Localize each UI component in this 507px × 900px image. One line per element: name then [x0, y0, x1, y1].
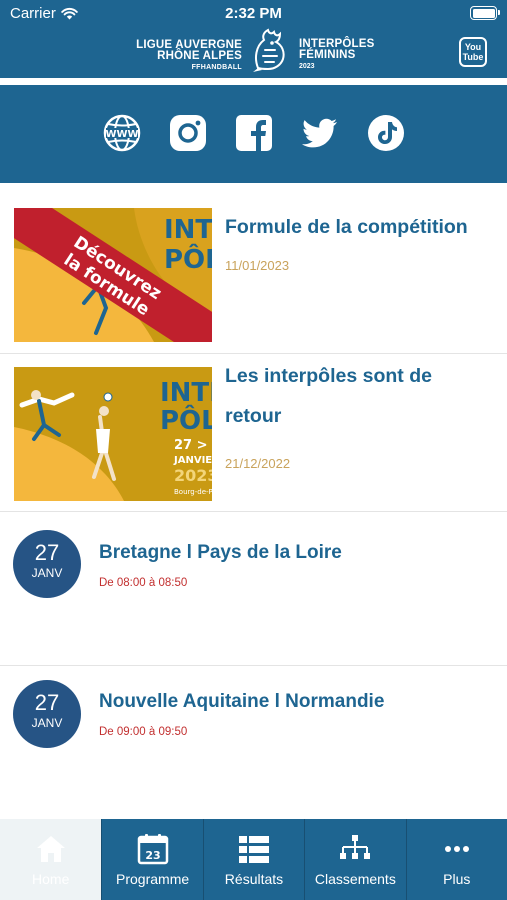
- tab-plus[interactable]: Plus: [405, 819, 507, 900]
- match-title: Bretagne l Pays de la Loire: [99, 542, 342, 563]
- tab-label: Résultats: [224, 871, 284, 887]
- home-feed[interactable]: INTE PÔLE Découvrez la formule Formule d…: [0, 183, 507, 819]
- thumb-text-b: PÔLE: [164, 243, 212, 275]
- thumb-dates: 27 > 31: [174, 438, 212, 453]
- date-day: 27: [34, 540, 60, 565]
- tab-home[interactable]: Home: [0, 819, 102, 900]
- tab-label: Programme: [116, 871, 190, 887]
- news-title: Formule de la compétition: [225, 216, 468, 238]
- league-name-line2: RHÔNE ALPES: [157, 50, 242, 62]
- home-icon: [36, 836, 65, 862]
- tiktok-icon[interactable]: [366, 113, 406, 153]
- tab-label: Home: [32, 871, 70, 887]
- app-header: LIGUE AUVERGNE RHÔNE ALPES FFHANDBALL IN…: [0, 28, 507, 78]
- twitter-icon[interactable]: [300, 113, 340, 153]
- news-thumbnail: INTE PÔLE Découvrez la formule: [14, 208, 212, 342]
- news-date: 21/12/2022: [225, 456, 291, 471]
- thumb-text-a: INTE: [164, 215, 212, 245]
- league-federation: FFHANDBALL: [191, 64, 242, 71]
- tab-classements[interactable]: Classements: [304, 819, 405, 900]
- news-title-line1: Les interpôles sont de: [225, 365, 432, 387]
- match-title: Nouvelle Aquitaine l Normandie: [99, 691, 385, 712]
- tab-resultats[interactable]: Résultats: [202, 819, 304, 900]
- date-month: JANV: [31, 716, 63, 730]
- tab-bar: Home 23 Programme Résultats Classements …: [0, 819, 507, 900]
- org-chart-icon: [340, 835, 371, 859]
- match-time: De 08:00 à 08:50: [99, 577, 188, 589]
- social-links-bar: WWW: [0, 85, 507, 183]
- list-icon: [238, 836, 269, 863]
- tab-label: Classements: [314, 871, 396, 887]
- news-title-line2: retour: [225, 405, 282, 427]
- thumb-place: Bourg-de-Péage: [174, 488, 212, 496]
- calendar-icon: 23: [137, 834, 168, 865]
- event-logo-text: INTERPÔLES FÉMININS 2023: [299, 38, 374, 72]
- news-date: 11/01/2023: [225, 258, 290, 273]
- youtube-button[interactable]: You Tube: [459, 37, 487, 67]
- news-thumbnail: INTE PÔLE 27 > 31 JANVIER 2023 Bourg-de-…: [14, 367, 212, 501]
- event-name-line2: FÉMININS: [299, 49, 356, 61]
- date-badge: 27 JANV: [13, 680, 81, 748]
- date-badge: 27 JANV: [13, 530, 81, 598]
- match-item[interactable]: 27 JANV Nouvelle Aquitaine l Normandie D…: [0, 666, 507, 819]
- date-day: 27: [34, 690, 60, 715]
- tab-label: Plus: [443, 871, 471, 887]
- status-bar: Carrier 2:32 PM: [0, 0, 507, 28]
- rooster-logo-icon: [253, 28, 285, 72]
- thumb-month: JANVIER: [173, 455, 212, 466]
- battery-icon: [470, 6, 500, 20]
- header-divider: [0, 78, 507, 85]
- thumb-text-b: PÔLE: [160, 404, 212, 436]
- more-dots-icon: [444, 846, 469, 852]
- tab-programme[interactable]: 23 Programme: [101, 819, 202, 900]
- match-item[interactable]: 27 JANV Bretagne l Pays de la Loire De 0…: [0, 512, 507, 666]
- news-item[interactable]: INTE PÔLE 27 > 31 JANVIER 2023 Bourg-de-…: [0, 354, 507, 512]
- www-label: WWW: [105, 129, 138, 140]
- facebook-icon[interactable]: [234, 113, 274, 153]
- clock: 2:32 PM: [225, 5, 282, 22]
- thumb-text-a: INTE: [160, 378, 212, 408]
- date-month: JANV: [31, 566, 63, 580]
- globe-www-icon[interactable]: WWW: [102, 113, 142, 153]
- news-item[interactable]: INTE PÔLE Découvrez la formule Formule d…: [0, 183, 507, 354]
- match-time: De 09:00 à 09:50: [99, 726, 188, 738]
- league-logo-text: LIGUE AUVERGNE RHÔNE ALPES FFHANDBALL: [120, 39, 242, 73]
- youtube-label-line2: Tube: [462, 52, 484, 62]
- youtube-label-line1: You: [464, 42, 482, 52]
- instagram-icon[interactable]: [168, 113, 208, 153]
- thumb-year: 2023: [174, 466, 212, 485]
- calendar-day: 23: [145, 849, 160, 862]
- news-title: Les interpôles sont de retour: [225, 356, 497, 436]
- event-year: 2023: [299, 63, 315, 70]
